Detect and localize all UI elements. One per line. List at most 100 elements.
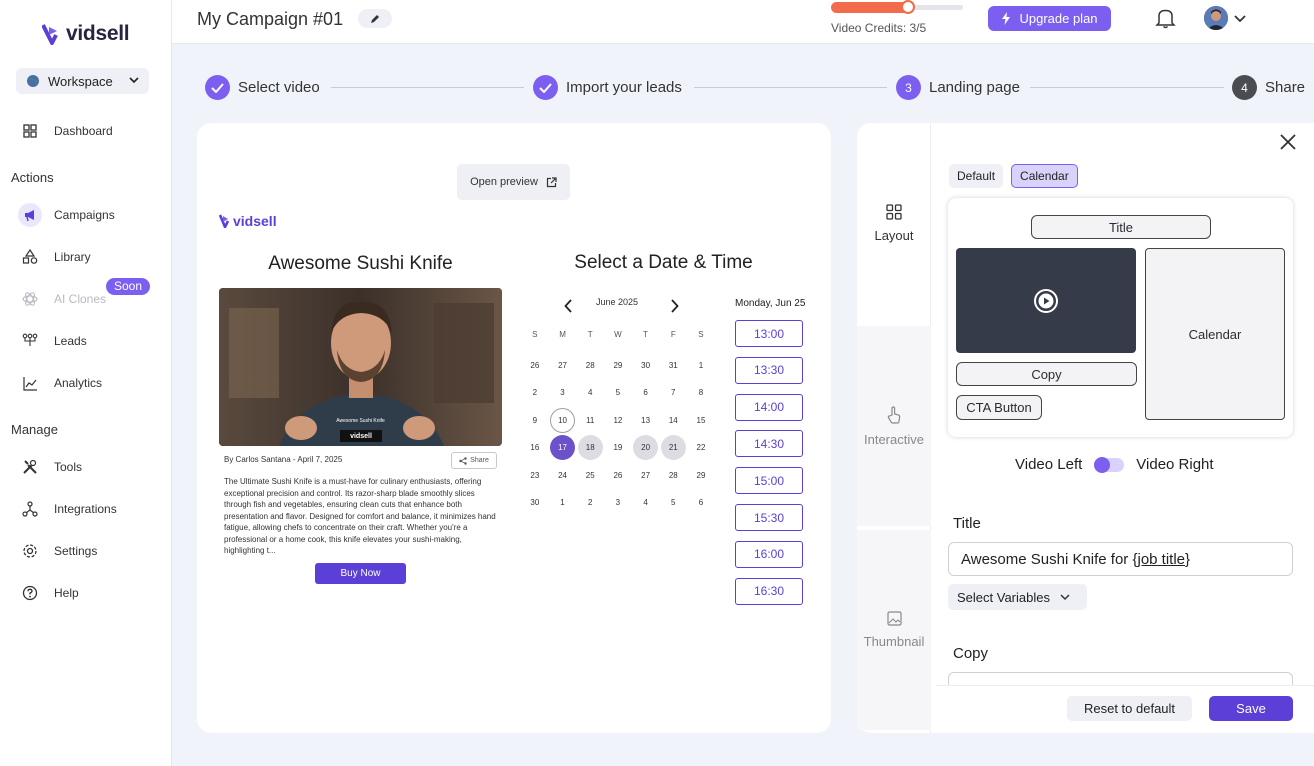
calendar-day[interactable]: 3 <box>604 489 632 517</box>
tab-layout[interactable]: Layout <box>857 123 931 323</box>
layout-mode-calendar-button[interactable]: Calendar <box>1011 164 1078 188</box>
account-chevron-down-icon[interactable] <box>1234 10 1246 28</box>
vidsell-logo[interactable]: vidsell <box>42 22 130 46</box>
calendar-day[interactable]: 7 <box>659 379 687 407</box>
time-slot-button[interactable]: 13:00 <box>735 320 803 347</box>
tab-thumbnail[interactable]: Thumbnail <box>857 530 931 730</box>
time-slot-button[interactable]: 14:00 <box>735 393 803 421</box>
calendar-day-number: 29 <box>613 360 623 370</box>
calendar-day[interactable]: 23 <box>521 462 549 490</box>
calendar-day[interactable]: 18 <box>576 434 604 462</box>
step-number: 4 <box>1232 75 1257 100</box>
calendar-day[interactable]: 6 <box>632 379 660 407</box>
calendar-day[interactable]: 5 <box>659 489 687 517</box>
calendar-day[interactable]: 5 <box>604 379 632 407</box>
save-button[interactable]: Save <box>1209 696 1293 721</box>
calendar-day[interactable]: 28 <box>659 462 687 490</box>
calendar-day[interactable]: 17 <box>549 434 577 462</box>
calendar-day[interactable]: 16 <box>521 434 549 462</box>
layout-calendar-block[interactable]: Calendar <box>1145 248 1285 420</box>
open-preview-button[interactable]: Open preview <box>457 164 570 200</box>
calendar-day[interactable]: 13 <box>632 407 660 435</box>
calendar-day[interactable]: 9 <box>521 407 549 435</box>
calendar-day[interactable]: 19 <box>604 434 632 462</box>
calendar-day[interactable]: 2 <box>576 489 604 517</box>
calendar-day[interactable]: 22 <box>687 434 715 462</box>
sidebar-item-campaigns[interactable]: Campaigns <box>18 201 115 229</box>
time-slot-button[interactable]: 15:30 <box>735 504 803 531</box>
calendar-day[interactable]: 31 <box>659 352 687 380</box>
calendar-day[interactable]: 27 <box>549 352 577 380</box>
layout-cta-block[interactable]: CTA Button <box>956 395 1042 420</box>
product-video[interactable]: Awesome Sushi Knife vidsell <box>219 288 502 446</box>
calendar-day[interactable]: 25 <box>576 462 604 490</box>
calendar-day[interactable]: 27 <box>632 462 660 490</box>
time-slot-button[interactable]: 16:30 <box>735 577 803 605</box>
reset-to-default-button[interactable]: Reset to default <box>1067 696 1192 721</box>
preview-logo: vidsell <box>219 213 277 229</box>
calendar-day[interactable]: 4 <box>632 489 660 517</box>
title-variable-token[interactable]: job title <box>1137 551 1185 568</box>
sidebar-item-settings[interactable]: Settings <box>20 537 97 565</box>
layout-title-block[interactable]: Title <box>1031 215 1211 239</box>
sidebar-item-leads[interactable]: Leads <box>20 327 87 355</box>
time-slot-button[interactable]: 16:00 <box>735 540 803 568</box>
title-field-label: Title <box>953 515 981 532</box>
sidebar-item-label: Analytics <box>54 376 103 390</box>
edit-title-button[interactable] <box>358 9 392 28</box>
sidebar-item-tools[interactable]: Tools <box>20 453 82 481</box>
calendar-day[interactable]: 21 <box>659 434 687 462</box>
sidebar-item-library[interactable]: Library <box>20 243 91 271</box>
calendar-day[interactable]: 15 <box>687 407 715 435</box>
calendar-day[interactable]: 10 <box>549 407 577 435</box>
notifications-bell-icon[interactable] <box>1155 7 1176 34</box>
calendar-day[interactable]: 29 <box>604 352 632 380</box>
calendar-day[interactable]: 2 <box>521 379 549 407</box>
time-slot-button[interactable]: 13:30 <box>735 356 803 384</box>
calendar-day[interactable]: 20 <box>632 434 660 462</box>
layout-copy-block[interactable]: Copy <box>956 362 1137 386</box>
tab-interactive[interactable]: Interactive <box>857 326 931 526</box>
calendar-day[interactable]: 14 <box>659 407 687 435</box>
calendar-day[interactable]: 3 <box>549 379 577 407</box>
calendar-day[interactable]: 4 <box>576 379 604 407</box>
chevron-right-icon[interactable] <box>670 299 679 318</box>
sidebar-item-analytics[interactable]: Analytics <box>20 369 102 397</box>
calendar-day[interactable]: 26 <box>521 352 549 380</box>
calendar-day-number: 9 <box>532 415 538 425</box>
step-import-leads[interactable]: Import your leads <box>533 75 682 100</box>
calendar-day[interactable]: 30 <box>632 352 660 380</box>
avatar[interactable] <box>1204 6 1228 30</box>
calendar-day[interactable]: 11 <box>576 407 604 435</box>
copy-field[interactable] <box>948 672 1293 686</box>
sidebar-item-dashboard[interactable]: Dashboard <box>20 117 113 145</box>
time-slot-button[interactable]: 15:00 <box>735 467 803 495</box>
calendar-day[interactable]: 6 <box>687 489 715 517</box>
calendar-day-number: 23 <box>530 470 540 480</box>
upgrade-plan-button[interactable]: Upgrade plan <box>988 6 1111 31</box>
share-button[interactable]: Share <box>451 452 497 469</box>
calendar-day[interactable]: 1 <box>687 352 715 380</box>
calendar-day[interactable]: 26 <box>604 462 632 490</box>
calendar-day[interactable]: 8 <box>687 379 715 407</box>
title-field[interactable]: Awesome Sushi Knife for {job title} <box>948 542 1293 576</box>
sidebar-item-integrations[interactable]: Integrations <box>20 495 117 523</box>
time-slot-button[interactable]: 14:30 <box>735 430 803 458</box>
calendar-day[interactable]: 1 <box>549 489 577 517</box>
layout-video-block[interactable] <box>956 248 1136 353</box>
close-icon[interactable] <box>1279 133 1297 156</box>
step-share[interactable]: 4 Share <box>1232 75 1305 100</box>
calendar-day[interactable]: 28 <box>576 352 604 380</box>
video-position-switch[interactable] <box>1094 456 1125 473</box>
select-variables-dropdown[interactable]: Select Variables <box>948 584 1087 610</box>
calendar-day[interactable]: 12 <box>604 407 632 435</box>
step-select-video[interactable]: Select video <box>205 75 320 100</box>
workspace-selector[interactable]: Workspace <box>16 68 149 94</box>
layout-mode-default-button[interactable]: Default <box>949 164 1004 188</box>
calendar-day[interactable]: 29 <box>687 462 715 490</box>
step-landing-page[interactable]: 3 Landing page <box>896 75 1020 100</box>
calendar-day[interactable]: 24 <box>549 462 577 490</box>
calendar-day[interactable]: 30 <box>521 489 549 517</box>
sidebar-item-help[interactable]: Help <box>20 579 79 607</box>
buy-now-button[interactable]: Buy Now <box>315 563 406 584</box>
